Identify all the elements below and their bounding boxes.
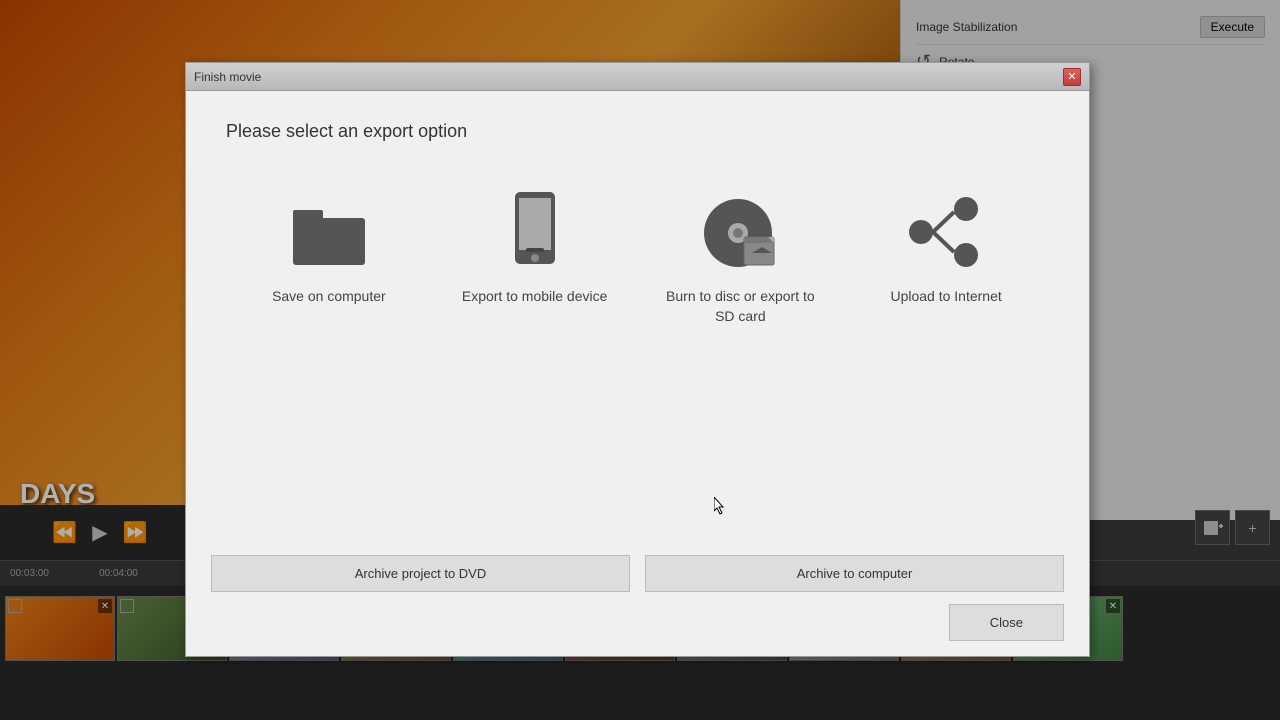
upload-internet-option[interactable]: Upload to Internet — [866, 192, 1026, 326]
burn-disc-option[interactable]: Burn to disc or export to SD card — [660, 192, 820, 326]
modal-titlebar: Finish movie ✕ — [186, 63, 1089, 91]
export-mobile-option[interactable]: Export to mobile device — [455, 192, 615, 326]
archive-dvd-button[interactable]: Archive project to DVD — [211, 555, 630, 592]
modal-footer: Archive project to DVD Archive to comput… — [186, 540, 1089, 656]
modal-content: Please select an export option Save on c… — [186, 91, 1089, 416]
export-options: Save on computer Export to mobile device — [226, 192, 1049, 326]
archive-buttons: Archive project to DVD Archive to comput… — [211, 555, 1064, 592]
modal-title: Finish movie — [194, 70, 261, 84]
close-button[interactable]: Close — [949, 604, 1064, 641]
modal-close-button[interactable]: ✕ — [1063, 68, 1081, 86]
save-computer-label: Save on computer — [272, 287, 386, 307]
share-icon — [906, 192, 986, 272]
folder-icon — [289, 192, 369, 272]
modal-heading: Please select an export option — [226, 121, 1049, 142]
archive-computer-button[interactable]: Archive to computer — [645, 555, 1064, 592]
burn-disc-label: Burn to disc or export to SD card — [660, 287, 820, 326]
disc-icon — [700, 192, 780, 272]
save-computer-option[interactable]: Save on computer — [249, 192, 409, 326]
finish-movie-dialog: Finish movie ✕ Please select an export o… — [185, 62, 1090, 657]
export-mobile-label: Export to mobile device — [462, 287, 608, 307]
mobile-icon — [495, 192, 575, 272]
upload-internet-label: Upload to Internet — [890, 287, 1001, 307]
